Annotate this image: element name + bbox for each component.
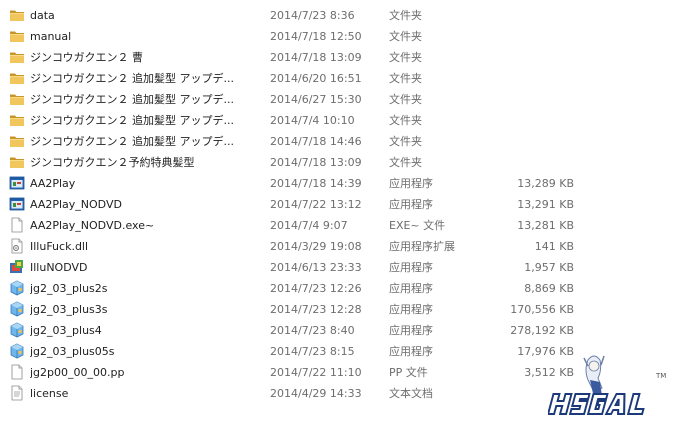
file-date-modified: 2014/7/18 14:39: [270, 177, 362, 190]
file-type: 文件夹: [389, 30, 422, 43]
folder-icon: [9, 91, 25, 107]
file-row[interactable]: AA2Play 2014/7/18 14:39 应用程序 13,289 KB: [0, 173, 675, 194]
watermark-mascot-icon: [546, 355, 645, 415]
file-size: 13,289 KB: [517, 177, 574, 190]
dll-file-icon: [9, 238, 25, 254]
file-name[interactable]: jg2_03_plus3s: [30, 299, 265, 320]
file-row[interactable]: jg2_03_plus3s 2014/7/23 12:28 应用程序 170,556 …: [0, 299, 675, 320]
application-icon: [9, 196, 25, 212]
file-size: 1,957 KB: [524, 261, 574, 274]
file-name[interactable]: jg2_03_plus2s: [30, 278, 265, 299]
file-list: data 2014/7/23 8:36 文件夹 manual 2014/7/18 12…: [0, 5, 675, 404]
file-row[interactable]: ジンコウガクエン２ 追加髪型 アップデ... 2014/7/18 14:46 文件夹: [0, 131, 675, 152]
file-name[interactable]: AA2Play_NODVD.exe~: [30, 215, 265, 236]
file-date-modified: 2014/7/23 8:40: [270, 324, 355, 337]
file-name[interactable]: ジンコウガクエン２予約特典髪型: [30, 152, 265, 173]
file-size: 8,869 KB: [524, 282, 574, 295]
file-row[interactable]: ジンコウガクエン２ 曹 2014/7/18 13:09 文件夹: [0, 47, 675, 68]
file-type: 文件夹: [389, 9, 422, 22]
file-name[interactable]: jg2p00_00_00.pp: [30, 362, 265, 383]
file-name[interactable]: ジンコウガクエン２ 追加髪型 アップデ...: [30, 110, 265, 131]
watermark-trademark: TM: [656, 372, 667, 380]
file-date-modified: 2014/6/20 16:51: [270, 72, 362, 85]
file-row[interactable]: ジンコウガクエン２ 追加髪型 アップデ... 2014/7/4 10:10 文件夹: [0, 110, 675, 131]
application-icon: [9, 175, 25, 191]
file-name[interactable]: data: [30, 5, 265, 26]
file-type: 文件夹: [389, 93, 422, 106]
file-type: 文件夹: [389, 156, 422, 169]
file-name[interactable]: IlluFuck.dll: [30, 236, 265, 257]
file-type: 文件夹: [389, 114, 422, 127]
file-date-modified: 2014/7/4 9:07: [270, 219, 348, 232]
file-date-modified: 2014/6/27 15:30: [270, 93, 362, 106]
file-name[interactable]: license: [30, 383, 265, 404]
file-date-modified: 2014/7/18 13:09: [270, 51, 362, 64]
file-row[interactable]: AA2Play_NODVD 2014/7/22 13:12 应用程序 13,291 K…: [0, 194, 675, 215]
file-date-modified: 2014/7/18 12:50: [270, 30, 362, 43]
file-name[interactable]: jg2_03_plus05s: [30, 341, 265, 362]
file-date-modified: 2014/6/13 23:33: [270, 261, 362, 274]
folder-icon: [9, 49, 25, 65]
file-date-modified: 2014/3/29 19:08: [270, 240, 362, 253]
file-row[interactable]: data 2014/7/23 8:36 文件夹: [0, 5, 675, 26]
file-row[interactable]: ジンコウガクエン２予約特典髪型 2014/7/18 13:09 文件夹: [0, 152, 675, 173]
file-row[interactable]: ジンコウガクエン２ 追加髪型 アップデ... 2014/6/20 16:51 文件夹: [0, 68, 675, 89]
file-type: 文件夹: [389, 135, 422, 148]
file-date-modified: 2014/7/22 13:12: [270, 198, 362, 211]
generic-file-icon: [9, 217, 25, 233]
file-row[interactable]: jg2_03_plus4 2014/7/23 8:40 应用程序 278,192 KB: [0, 320, 675, 341]
folder-icon: [9, 70, 25, 86]
file-name[interactable]: AA2Play: [30, 173, 265, 194]
file-name[interactable]: manual: [30, 26, 265, 47]
folder-icon: [9, 154, 25, 170]
folder-icon: [9, 7, 25, 23]
file-row[interactable]: manual 2014/7/18 12:50 文件夹: [0, 26, 675, 47]
file-name[interactable]: IlluNODVD: [30, 257, 265, 278]
file-size: 278,192 KB: [510, 324, 574, 337]
text-document-icon: [9, 385, 25, 401]
file-type: 文件夹: [389, 72, 422, 85]
file-date-modified: 2014/7/18 14:46: [270, 135, 362, 148]
file-size: 13,281 KB: [517, 219, 574, 232]
file-name[interactable]: ジンコウガクエン２ 追加髪型 アップデ...: [30, 131, 265, 152]
file-name[interactable]: ジンコウガクエン２ 追加髪型 アップデ...: [30, 89, 265, 110]
file-row[interactable]: IlluFuck.dll 2014/3/29 19:08 应用程序扩展 141 KB: [0, 236, 675, 257]
folder-icon: [9, 28, 25, 44]
file-name[interactable]: ジンコウガクエン２ 追加髪型 アップデ...: [30, 68, 265, 89]
file-row[interactable]: ジンコウガクエン２ 追加髪型 アップデ... 2014/6/27 15:30 文件夹: [0, 89, 675, 110]
file-row[interactable]: IlluNODVD 2014/6/13 23:33 应用程序 1,957 KB: [0, 257, 675, 278]
file-size: 13,291 KB: [517, 198, 574, 211]
file-date-modified: 2014/7/23 8:36: [270, 9, 355, 22]
package-icon: [9, 322, 25, 338]
file-date-modified: 2014/7/4 10:10: [270, 114, 355, 127]
file-row[interactable]: AA2Play_NODVD.exe~ 2014/7/4 9:07 EXE~ 文件 13…: [0, 215, 675, 236]
file-name[interactable]: AA2Play_NODVD: [30, 194, 265, 215]
package-icon: [9, 301, 25, 317]
file-size: 141 KB: [534, 240, 574, 253]
file-date-modified: 2014/7/23 12:28: [270, 303, 362, 316]
package-icon: [9, 343, 25, 359]
file-type: 文本文档: [389, 387, 433, 400]
file-date-modified: 2014/7/23 12:26: [270, 282, 362, 295]
file-name[interactable]: ジンコウガクエン２ 曹: [30, 47, 265, 68]
file-date-modified: 2014/7/23 8:15: [270, 345, 355, 358]
file-date-modified: 2014/7/18 13:09: [270, 156, 362, 169]
file-row[interactable]: jg2_03_plus2s 2014/7/23 12:26 应用程序 8,869 KB: [0, 278, 675, 299]
installer-icon: [9, 259, 25, 275]
file-size: 170,556 KB: [510, 303, 574, 316]
file-date-modified: 2014/7/22 11:10: [270, 366, 362, 379]
folder-icon: [9, 112, 25, 128]
package-icon: [9, 280, 25, 296]
generic-file-icon: [9, 364, 25, 380]
file-date-modified: 2014/4/29 14:33: [270, 387, 362, 400]
site-watermark-logo: TM: [546, 352, 672, 418]
file-name[interactable]: jg2_03_plus4: [30, 320, 265, 341]
folder-icon: [9, 133, 25, 149]
file-type: 文件夹: [389, 51, 422, 64]
